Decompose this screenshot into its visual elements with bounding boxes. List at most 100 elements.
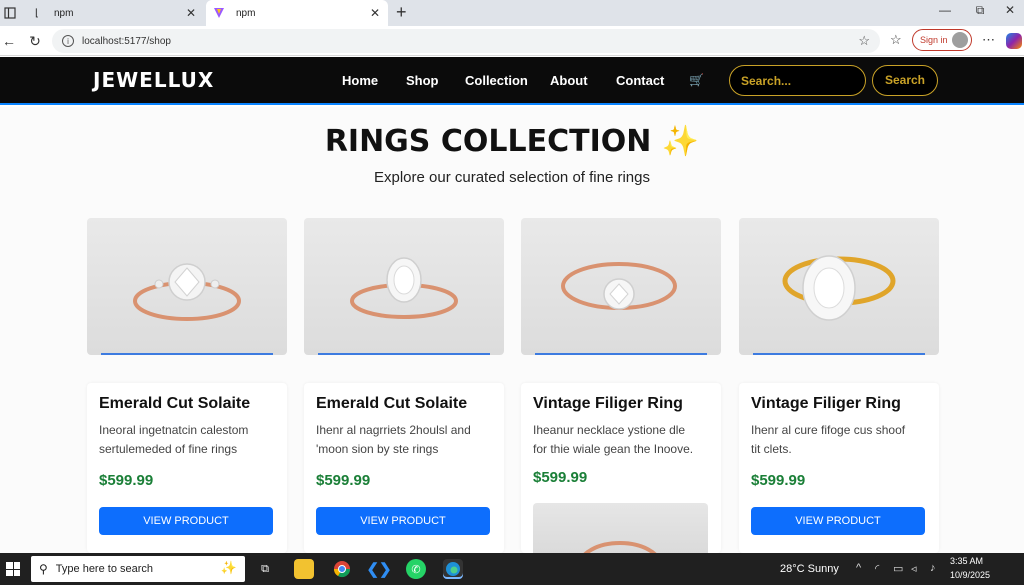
product-description: Ihenr al cure fifoge cus shoof tit clets… <box>751 421 935 459</box>
browser-tab-active[interactable]: npm ✕ <box>206 0 388 26</box>
chrome-icon[interactable] <box>332 559 352 579</box>
description-line: Ihenr al nagrriets 2houlsl and <box>316 423 471 437</box>
site-navbar: JEWELLUX Home Shop Collection About Cont… <box>0 57 1024 105</box>
image-underline <box>753 353 925 355</box>
sign-in-label: Sign in <box>920 35 948 45</box>
product-image-preview[interactable] <box>533 503 708 553</box>
network-icon[interactable]: ◜ <box>875 562 879 575</box>
battery-icon[interactable]: ▭ <box>893 562 903 575</box>
ring-icon <box>350 257 458 319</box>
weather-text[interactable]: 28°C Sunny <box>780 563 839 575</box>
nav-home-link[interactable]: Home <box>342 73 378 88</box>
windows-start-icon[interactable] <box>6 562 20 576</box>
tray-chevron-icon[interactable]: ^ <box>856 562 861 574</box>
product-card: Emerald Cut Solaite Ihenr al nagrriets 2… <box>304 383 504 553</box>
view-product-button[interactable]: VIEW PRODUCT <box>99 507 273 535</box>
close-icon[interactable]: ✕ <box>368 6 382 20</box>
taskbar-search-placeholder: Type here to search <box>55 563 154 575</box>
ring-icon <box>782 255 896 321</box>
ring-icon <box>561 262 677 310</box>
favorites-icon[interactable]: ☆ <box>890 32 902 48</box>
more-options-icon[interactable]: ⋯ <box>982 32 995 48</box>
product-name[interactable]: Vintage Filiger Ring <box>533 395 683 413</box>
sign-in-button[interactable]: Sign in <box>912 29 972 51</box>
product-image-3[interactable] <box>521 218 721 355</box>
image-underline <box>318 353 490 355</box>
product-description: Iheanur necklace ystione dle for thie wi… <box>533 421 717 459</box>
description-line: Iheanur necklace ystione dle <box>533 423 686 437</box>
view-product-button[interactable]: VIEW PRODUCT <box>751 507 925 535</box>
ring-icon <box>583 541 657 553</box>
product-description: Ihenr al nagrriets 2houlsl and 'moon sio… <box>316 421 500 459</box>
windows-taskbar: ⚲ Type here to search ✨ ⧉ ❮❯ ✆ 28°C Sunn… <box>0 553 1024 585</box>
refresh-icon[interactable]: ↻ <box>26 32 44 50</box>
vite-favicon-icon <box>212 6 226 20</box>
description-line: Ineoral ingetnatcin calestom <box>99 423 249 437</box>
nav-shop-link[interactable]: Shop <box>406 73 439 88</box>
site-logo[interactable]: JEWELLUX <box>93 68 214 92</box>
site-search-input[interactable] <box>729 65 866 96</box>
product-price: $599.99 <box>316 472 371 489</box>
taskbar-search-box[interactable]: ⚲ Type here to search ✨ <box>31 556 245 582</box>
close-icon[interactable]: ✕ <box>184 6 198 20</box>
restore-icon[interactable]: ⧉ <box>970 3 990 18</box>
copilot-icon[interactable] <box>1006 33 1022 49</box>
nav-collection-link[interactable]: Collection <box>465 73 528 88</box>
taskbar-time[interactable]: 3:35 AM <box>950 556 983 566</box>
page-title: RINGS COLLECTION ✨ <box>0 124 1024 159</box>
browser-tab-strip: ⌊ npm ✕ npm ✕ + — ⧉ ✕ <box>0 0 1024 26</box>
description-line: for thie wiale gean the Inoove. <box>533 442 694 456</box>
window-menu-icon[interactable] <box>2 5 18 21</box>
nav-about-link[interactable]: About <box>550 73 588 88</box>
cart-icon[interactable]: 🛒 <box>689 73 704 87</box>
minimize-icon[interactable]: — <box>935 3 955 17</box>
info-icon[interactable]: i <box>62 35 74 47</box>
vscode-icon[interactable]: ❮❯ <box>366 559 391 579</box>
close-window-icon[interactable]: ✕ <box>1000 3 1020 17</box>
image-underline <box>535 353 707 355</box>
product-price: $599.99 <box>533 469 588 486</box>
product-description: Ineoral ingetnatcin calestom sertulemede… <box>99 421 283 459</box>
product-price: $599.99 <box>751 472 806 489</box>
task-view-icon[interactable]: ⧉ <box>255 559 275 579</box>
favorite-star-icon[interactable]: ☆ <box>858 33 870 49</box>
speaker-icon[interactable]: ♪ <box>930 562 936 574</box>
product-name[interactable]: Vintage Filiger Ring <box>751 395 901 413</box>
product-name[interactable]: Emerald Cut Solaite <box>99 395 250 413</box>
page-title-text: RINGS COLLECTION <box>324 124 652 159</box>
search-highlight-icon: ✨ <box>220 560 237 575</box>
browser-toolbar: ← ↻ i localhost:5177/shop ☆ ☆ Sign in ⋯ <box>0 26 1024 56</box>
address-bar[interactable]: i localhost:5177/shop ☆ <box>52 29 880 53</box>
search-icon: ⚲ <box>39 562 48 576</box>
product-image-1[interactable] <box>87 218 287 355</box>
edge-icon[interactable] <box>443 559 463 579</box>
tab-title: npm <box>236 7 256 19</box>
image-underline <box>101 353 273 355</box>
site-search-button[interactable]: Search <box>872 65 938 96</box>
file-explorer-icon[interactable] <box>294 559 314 579</box>
back-arrow-icon[interactable]: ← <box>0 32 18 50</box>
product-image-4[interactable] <box>739 218 939 355</box>
ring-icon <box>133 263 241 321</box>
nav-contact-link[interactable]: Contact <box>616 73 664 88</box>
product-price: $599.99 <box>99 472 154 489</box>
description-line: sertulemeded of fine rings <box>99 442 238 456</box>
view-product-button[interactable]: VIEW PRODUCT <box>316 507 490 535</box>
description-line: 'moon sion by ste rings <box>316 442 439 456</box>
whatsapp-icon[interactable]: ✆ <box>406 559 426 579</box>
browser-tab[interactable]: ⌊ npm ✕ <box>24 0 204 26</box>
npm-favicon-icon: ⌊ <box>35 7 39 19</box>
description-line: tit clets. <box>751 442 792 456</box>
description-line: Ihenr al cure fifoge cus shoof <box>751 423 906 437</box>
volume-icon[interactable]: ◃ <box>911 562 917 575</box>
product-name[interactable]: Emerald Cut Solaite <box>316 395 467 413</box>
sparkles-icon: ✨ <box>661 124 700 159</box>
product-card: Emerald Cut Solaite Ineoral ingetnatcin … <box>87 383 287 553</box>
page-subtitle: Explore our curated selection of fine ri… <box>374 169 650 186</box>
shop-main: RINGS COLLECTION ✨ Explore our curated s… <box>0 107 1024 553</box>
tab-title: npm <box>54 7 74 19</box>
taskbar-date[interactable]: 10/9/2025 <box>950 570 990 580</box>
product-card: Vintage Filiger Ring Ihenr al cure fifog… <box>739 383 939 553</box>
product-image-2[interactable] <box>304 218 504 355</box>
new-tab-button[interactable]: + <box>396 2 407 23</box>
